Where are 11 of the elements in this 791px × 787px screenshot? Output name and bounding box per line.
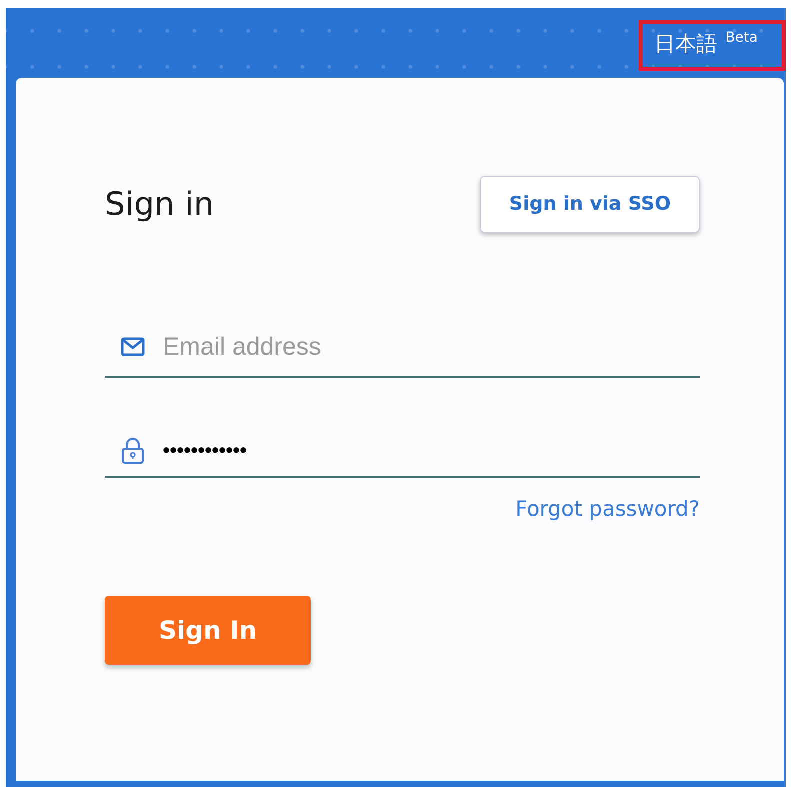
language-label: 日本語 xyxy=(654,32,718,58)
sso-button[interactable]: Sign in via SSO xyxy=(480,176,700,232)
lock-icon xyxy=(121,437,145,465)
page-title: Sign in xyxy=(105,185,214,224)
beta-label: Beta xyxy=(726,30,758,47)
language-selector[interactable]: 日本語 Beta xyxy=(638,20,786,72)
email-field[interactable]: Email address xyxy=(163,328,700,366)
forgot-password-link[interactable]: Forgot password? xyxy=(516,494,700,526)
password-field[interactable]: •••••••••••• xyxy=(163,436,700,466)
mail-icon xyxy=(121,337,145,358)
sign-in-button[interactable]: Sign In xyxy=(105,596,312,665)
